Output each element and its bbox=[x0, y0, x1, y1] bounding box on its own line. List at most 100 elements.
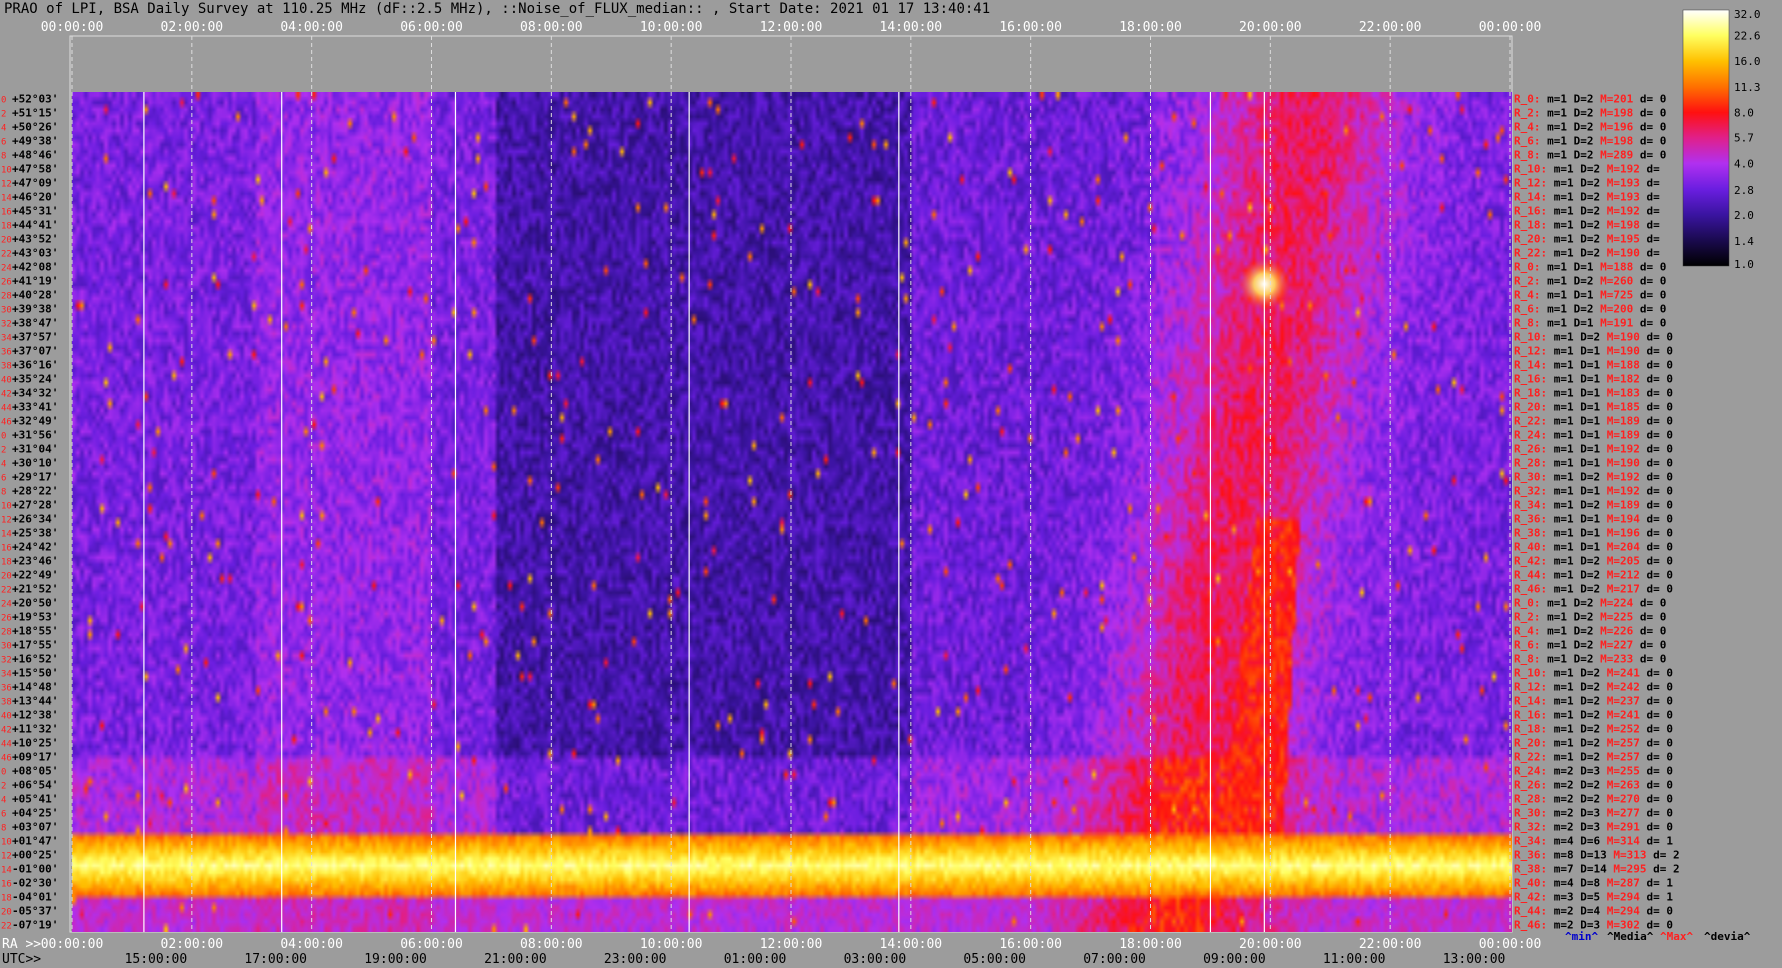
stats-cell: d= 0 bbox=[1633, 625, 1666, 638]
top-time-tick: 04:00:00 bbox=[280, 20, 343, 35]
stats-cell: R_20: bbox=[1514, 737, 1547, 750]
stats-cell: R_24: bbox=[1514, 429, 1547, 442]
dec-label: -07°19' bbox=[12, 919, 58, 932]
row-number: 16 bbox=[1, 880, 12, 890]
stats-cell: M=224 bbox=[1594, 597, 1634, 610]
stats-row: R_16: m=1 D=2 M=241 d= 0 bbox=[1514, 709, 1673, 722]
dec-label: +25°38' bbox=[12, 527, 58, 540]
stats-cell: d= 0 bbox=[1633, 639, 1666, 652]
stats-cell: R_2: bbox=[1514, 107, 1541, 120]
stats-cell: D=2 bbox=[1567, 303, 1594, 316]
dec-label: +35°24' bbox=[12, 373, 58, 386]
stats-cell: M=204 bbox=[1600, 541, 1640, 554]
stats-cell: D=1 bbox=[1574, 415, 1601, 428]
stats-cell: M=277 bbox=[1600, 807, 1640, 820]
top-time-tick: 10:00:00 bbox=[640, 20, 703, 35]
stats-cell: D=1 bbox=[1574, 457, 1601, 470]
colorbar-tick: 5.7 bbox=[1734, 131, 1754, 144]
stats-cell: m=1 bbox=[1541, 121, 1568, 134]
stats-cell: d= 0 bbox=[1640, 737, 1673, 750]
row-number: 36 bbox=[1, 684, 12, 694]
row-number: 12 bbox=[1, 180, 12, 190]
row-number: 32 bbox=[1, 656, 12, 666]
dec-label: +21°52' bbox=[12, 583, 58, 596]
stats-cell: R_22: bbox=[1514, 415, 1547, 428]
row-number: 18 bbox=[1, 222, 12, 232]
stats-cell: m=1 bbox=[1547, 331, 1574, 344]
row-number: 14 bbox=[1, 866, 12, 876]
stats-row: R_38: m=1 D=1 M=196 d= 0 bbox=[1514, 527, 1673, 540]
dec-label: +31°04' bbox=[12, 443, 58, 456]
stats-cell: d= 0 bbox=[1640, 359, 1673, 372]
stats-cell: R_28: bbox=[1514, 457, 1547, 470]
row-number: 12 bbox=[1, 516, 12, 526]
stats-cell: M=233 bbox=[1594, 653, 1634, 666]
colorbar-tick: 1.0 bbox=[1734, 258, 1754, 271]
stats-row: R_26: m=2 D=2 M=263 d= 0 bbox=[1514, 779, 1673, 792]
stats-cell: m=1 bbox=[1547, 177, 1574, 190]
stats-cell: R_40: bbox=[1514, 541, 1547, 554]
stats-cell: m=7 bbox=[1547, 863, 1574, 876]
stats-cell: d= 0 bbox=[1633, 121, 1666, 134]
stats-row: R_32: m=1 D=1 M=192 d= 0 bbox=[1514, 485, 1673, 498]
dec-label: -01°00' bbox=[12, 863, 58, 876]
row-number: 30 bbox=[1, 642, 12, 652]
stats-cell: d= 0 bbox=[1640, 905, 1673, 918]
dec-label: +37°07' bbox=[12, 345, 58, 358]
dec-label: +10°25' bbox=[12, 737, 58, 750]
stats-cell: D=2 bbox=[1567, 611, 1594, 624]
stats-row: R_16: m=1 D=2 M=192 d= bbox=[1514, 205, 1660, 218]
stats-cell: m=1 bbox=[1547, 513, 1574, 526]
stats-cell: R_2: bbox=[1514, 275, 1541, 288]
stats-cell: R_44: bbox=[1514, 905, 1547, 918]
stats-cell: d= bbox=[1640, 233, 1660, 246]
stats-cell: m=1 bbox=[1547, 583, 1574, 596]
colorbar-gradient bbox=[1682, 9, 1730, 267]
stats-cell: D=4 bbox=[1574, 905, 1601, 918]
row-number: 18 bbox=[1, 894, 12, 904]
stats-row: R_14: m=1 D=1 M=188 d= 0 bbox=[1514, 359, 1673, 372]
stats-cell: m=1 bbox=[1541, 639, 1568, 652]
stats-cell: d= 0 bbox=[1633, 653, 1666, 666]
stats-cell: R_30: bbox=[1514, 471, 1547, 484]
stats-cell: m=1 bbox=[1547, 205, 1574, 218]
stats-cell: D=1 bbox=[1574, 387, 1601, 400]
row-number: 24 bbox=[1, 264, 12, 274]
stats-row: R_0: m=1 D=2 M=224 d= 0 bbox=[1514, 597, 1666, 610]
stats-cell: D=2 bbox=[1574, 793, 1601, 806]
stats-cell: m=2 bbox=[1547, 905, 1574, 918]
stats-cell: R_16: bbox=[1514, 373, 1547, 386]
stats-cell: R_8: bbox=[1514, 149, 1541, 162]
dec-label: +38°47' bbox=[12, 317, 58, 330]
heatmap-image bbox=[72, 92, 1512, 932]
stats-cell: R_22: bbox=[1514, 751, 1547, 764]
stats-cell: R_4: bbox=[1514, 121, 1541, 134]
stats-cell: M=242 bbox=[1600, 681, 1640, 694]
stats-cell: R_26: bbox=[1514, 779, 1547, 792]
stats-cell: R_6: bbox=[1514, 135, 1541, 148]
ra-tick: 06:00:00 bbox=[400, 937, 463, 952]
colorbar-tick: 22.6 bbox=[1734, 30, 1761, 43]
dec-label: +04°25' bbox=[12, 807, 58, 820]
stats-cell: M=226 bbox=[1594, 625, 1634, 638]
top-time-tick: 06:00:00 bbox=[400, 20, 463, 35]
dec-label: +43°03' bbox=[12, 247, 58, 260]
stats-cell: M=192 bbox=[1600, 471, 1640, 484]
stats-cell: D=1 bbox=[1574, 401, 1601, 414]
stats-cell: d= 0 bbox=[1640, 793, 1673, 806]
stats-cell: R_12: bbox=[1514, 681, 1547, 694]
stats-cell: R_36: bbox=[1514, 849, 1547, 862]
stats-cell: D=2 bbox=[1574, 681, 1601, 694]
stats-row: R_12: m=1 D=1 M=190 d= 0 bbox=[1514, 345, 1673, 358]
row-number: 20 bbox=[1, 572, 12, 582]
row-number: 22 bbox=[1, 586, 12, 596]
row-number: 44 bbox=[1, 404, 12, 414]
stats-cell: M=205 bbox=[1600, 555, 1640, 568]
stats-cell: M=190 bbox=[1600, 457, 1640, 470]
stats-cell: R_0: bbox=[1514, 261, 1541, 274]
stats-cell: R_32: bbox=[1514, 821, 1547, 834]
row-number: 22 bbox=[1, 250, 12, 260]
stats-cell: D=2 bbox=[1574, 723, 1601, 736]
row-number: 44 bbox=[1, 740, 12, 750]
stats-cell: D=2 bbox=[1574, 779, 1601, 792]
